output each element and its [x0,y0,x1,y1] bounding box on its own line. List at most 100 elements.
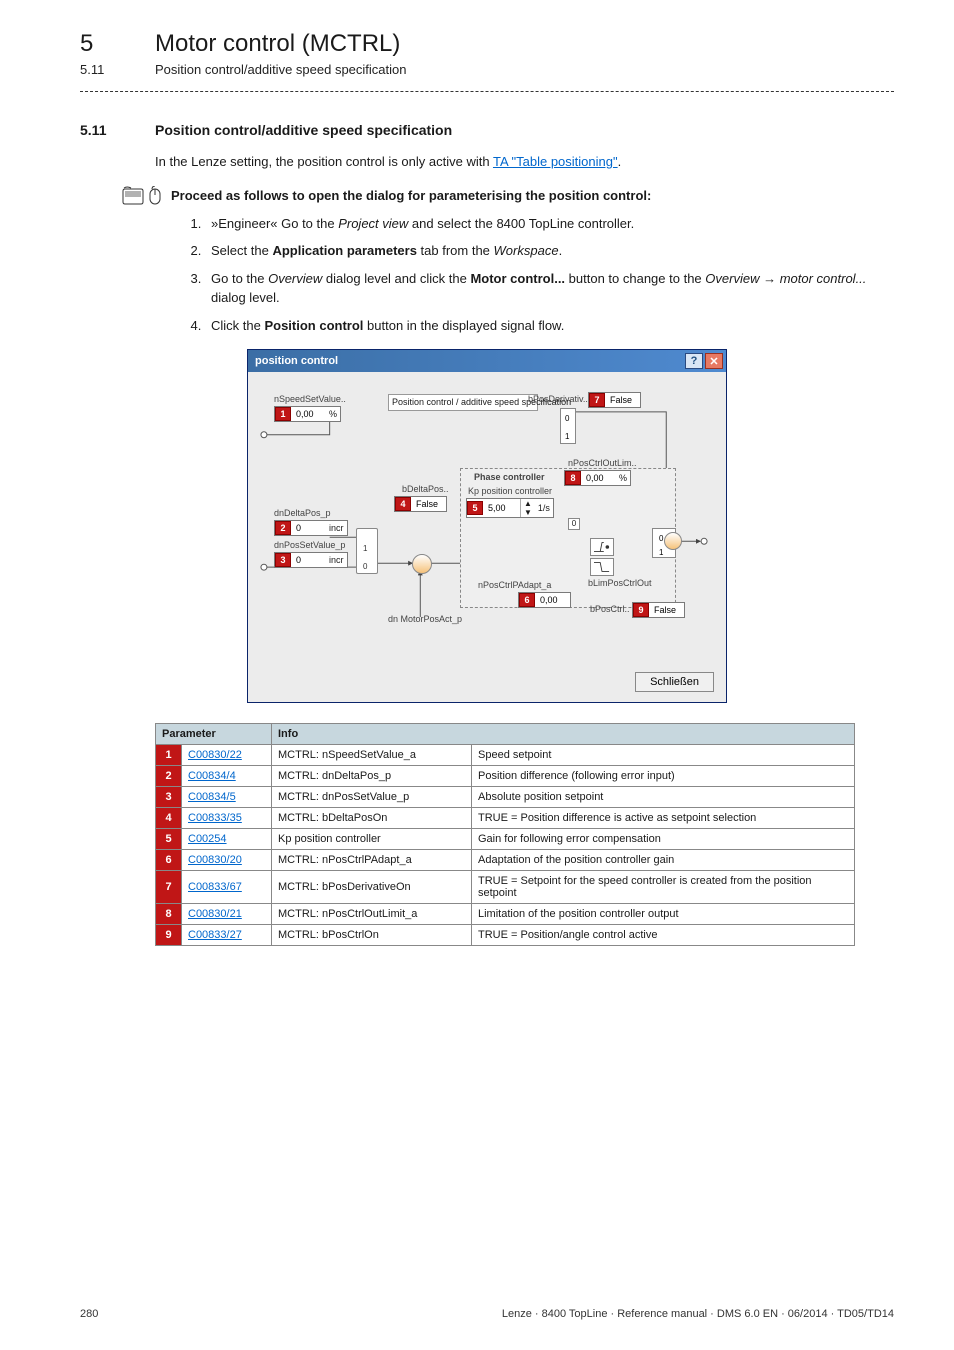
table-row: 2C00834/4MCTRL: dnDeltaPos_pPosition dif… [156,766,855,787]
section-number: 5.11 [80,122,155,138]
proceed-text: Proceed as follows to open the dialog fo… [171,188,651,203]
label-bposctrl: bPosCtrl.. [590,604,630,614]
parameter-link[interactable]: C00830/20 [188,854,242,866]
help-button[interactable]: ? [685,353,703,369]
parameter-table: Parameter Info 1C00830/22MCTRL: nSpeedSe… [155,723,855,946]
tag-7: 7 [589,393,605,407]
field-nspeedsetvalue[interactable] [294,408,326,420]
field-dndeltapos[interactable] [294,522,326,534]
row-name: MCTRL: nSpeedSetValue_a [272,745,472,766]
table-row: 9C00833/27MCTRL: bPosCtrlOnTRUE = Positi… [156,925,855,946]
parameter-link[interactable]: C00834/5 [188,791,236,803]
tag-2: 2 [275,521,291,535]
row-num: 7 [156,871,182,904]
intro-prefix: In the Lenze setting, the position contr… [155,154,493,169]
step-1-b: Project view [338,216,408,231]
step-2-e: . [559,243,563,258]
tag-6: 6 [519,593,535,607]
row-desc: Speed setpoint [472,745,855,766]
row-desc: TRUE = Position difference is active as … [472,808,855,829]
row-name: MCTRL: nPosCtrlPAdapt_a [272,850,472,871]
step-4-c: button in the displayed signal flow. [363,318,564,333]
row-num: 4 [156,808,182,829]
row-name: MCTRL: bPosDerivativeOn [272,871,472,904]
label-nposctrlpadapt: nPosCtrlPAdapt_a [478,580,551,590]
close-button[interactable]: Schließen [635,672,714,692]
row-num: 5 [156,829,182,850]
parameter-link[interactable]: C00833/67 [188,881,242,893]
label-dndeltapos: dnDeltaPos_p [274,508,331,518]
label-dnpossetvalue: dnPosSetValue_p [274,540,345,550]
arrow-icon: → [759,271,779,286]
label-nspeedsetvalue: nSpeedSetValue.. [274,394,346,404]
step-2-b: Application parameters [272,243,417,258]
parameter-link[interactable]: C00834/4 [188,770,236,782]
step-2-a: Select the [211,243,272,258]
row-name: MCTRL: nPosCtrlOutLimit_a [272,904,472,925]
step-3-d: Motor control... [470,271,565,286]
heading-box: Position control / additive speed specif… [388,394,538,411]
row-name: MCTRL: dnPosSetValue_p [272,787,472,808]
table-row: 4 C00833/35 MCTRL: bDeltaPosOnTRUE = Posit… [156,808,855,829]
step-1-a: »Engineer« Go to the [211,216,338,231]
step-3-c: dialog level and click the [322,271,470,286]
row-desc: Absolute position setpoint [472,787,855,808]
parameter-link[interactable]: C00833/27 [188,929,242,941]
parameter-link[interactable]: C00833/35 [188,812,242,824]
field-kp[interactable] [486,502,520,514]
step-3-b: Overview [268,271,322,286]
chapter-index: 5 [80,30,155,58]
table-row: 6C00830/20MCTRL: nPosCtrlPAdapt_aAdaptat… [156,850,855,871]
intro-text: In the Lenze setting, the position contr… [155,152,894,172]
field-nposctrloutlim[interactable] [584,472,616,484]
unit-incr-2: incr [326,555,347,565]
dialog-body: Position control / additive speed specif… [248,372,726,702]
svg-text:1: 1 [565,432,570,441]
tag-4: 4 [395,497,411,511]
step-3-g: motor control... [780,271,867,286]
step-4-a: Click the [211,318,264,333]
table-row: 3C00834/5MCTRL: dnPosSetValue_pAbsolute … [156,787,855,808]
label-bposderivativ: bPosDerivativ.. [528,394,588,404]
row-code: C00834/5 [182,787,272,808]
unit-pct-2: % [616,473,630,483]
row-name: Kp position controller [272,829,472,850]
step-3-e: button to change to the [565,271,705,286]
link-ta-table-positioning[interactable]: TA "Table positioning" [493,154,618,169]
row-num: 1 [156,745,182,766]
dialog-titlebar[interactable]: position control ? ✕ [248,350,726,372]
row-code: C00834/4 [182,766,272,787]
subtract-node [412,554,432,574]
row-name: MCTRL: dnDeltaPos_p [272,766,472,787]
svg-text:0: 0 [363,562,368,571]
parameter-link[interactable]: C00830/21 [188,908,242,920]
field-bdeltapos[interactable] [414,498,446,510]
divider [80,91,894,92]
section-heading: 5.11 Position control/additive speed spe… [80,122,894,138]
row-name: MCTRL: bDeltaPosOn [272,808,472,829]
row-num: 8 [156,904,182,925]
parameter-link[interactable]: C00254 [188,833,227,845]
table-body: 1 C00830/22 MCTRL: nSpeedSetValue_aSpeed s… [156,745,855,946]
row-desc: TRUE = Setpoint for the speed controller… [472,871,855,904]
tag-9: 9 [633,603,649,617]
row-code: C00830/20 [182,850,272,871]
step-4-b: Position control [264,318,363,333]
unit-pct-1: % [326,409,340,419]
field-nposctrlpadapt[interactable] [538,594,570,606]
table-row: 8C00830/21MCTRL: nPosCtrlOutLimit_aLimit… [156,904,855,925]
dialog-title: position control [251,355,338,367]
row-code: C00833/27 [182,925,272,946]
field-bposctrl[interactable] [652,604,684,616]
sat-box-2 [590,558,614,576]
book-icon [121,186,145,206]
table-row: 7 C00833/67 MCTRL: bPosDerivativeOnTRUE = … [156,871,855,904]
parameter-link[interactable]: C00830/22 [188,749,242,761]
row-code: C00833/67 [182,871,272,904]
row-desc: Adaptation of the position controller ga… [472,850,855,871]
field-dnpossetvalue[interactable] [294,554,326,566]
page-footer: 280 Lenze · 8400 TopLine · Reference man… [80,1308,894,1320]
svg-text:0: 0 [565,414,570,423]
field-bposderivativ[interactable] [608,394,640,406]
close-x-button[interactable]: ✕ [705,353,723,369]
